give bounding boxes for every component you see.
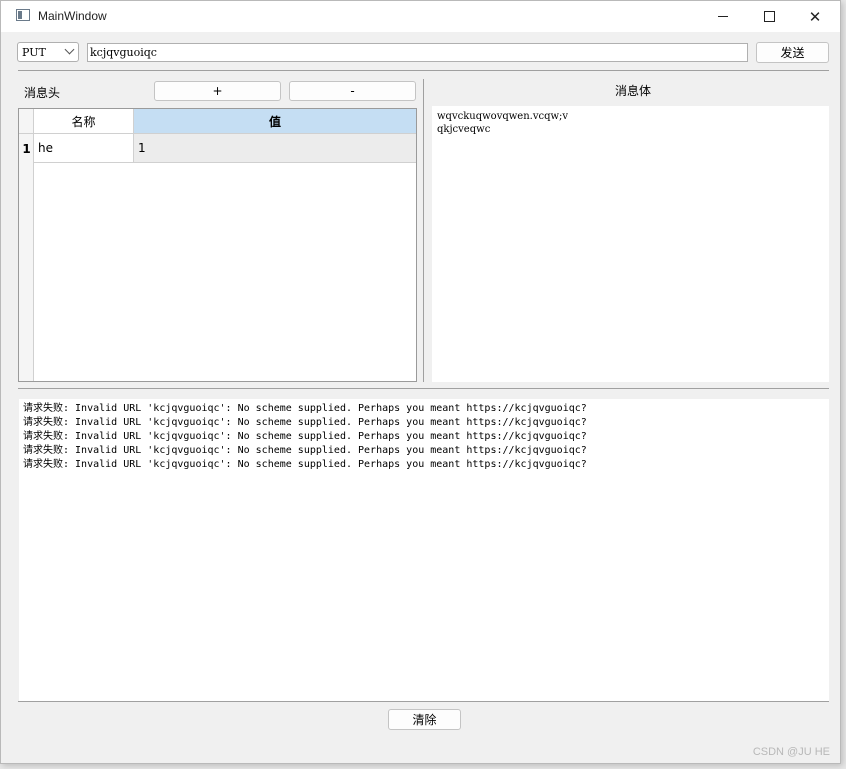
window-title: MainWindow	[38, 9, 107, 23]
divider-middle[interactable]	[18, 388, 829, 389]
method-value: PUT	[22, 46, 46, 59]
url-input[interactable]: kcjqvguoiqc	[87, 43, 748, 62]
log-line: 请求失败: Invalid URL 'kcjqvguoiqc': No sche…	[23, 445, 587, 456]
table-corner[interactable]	[19, 109, 34, 134]
app-window-icon	[16, 9, 30, 21]
panel-splitter[interactable]	[423, 79, 424, 382]
minimize-button[interactable]	[700, 1, 746, 32]
column-header-name[interactable]: 名称	[34, 109, 134, 134]
minimize-icon	[718, 16, 728, 17]
column-header-value[interactable]: 值	[134, 109, 416, 134]
log-line: 请求失败: Invalid URL 'kcjqvguoiqc': No sche…	[23, 417, 587, 428]
close-icon: ✕	[808, 7, 822, 26]
chevron-down-icon	[64, 44, 75, 55]
maximize-icon	[763, 11, 775, 22]
remove-header-button[interactable]: -	[289, 81, 416, 101]
table-empty-area	[34, 163, 416, 381]
send-button[interactable]: 发送	[756, 42, 829, 63]
log-line: 请求失败: Invalid URL 'kcjqvguoiqc': No sche…	[23, 431, 587, 442]
title-bar: MainWindow ✕	[1, 1, 840, 32]
table-cell-name[interactable]: he	[34, 134, 134, 163]
divider-bottom	[18, 701, 829, 702]
method-select[interactable]: PUT	[17, 42, 79, 62]
clear-button[interactable]: 清除	[388, 709, 461, 730]
table-cell-value[interactable]: 1	[134, 134, 416, 163]
row-header-column	[19, 134, 34, 381]
body-label: 消息体	[615, 84, 652, 98]
log-output[interactable]: 请求失败: Invalid URL 'kcjqvguoiqc': No sche…	[19, 399, 829, 701]
maximize-button[interactable]	[746, 1, 792, 32]
add-header-button[interactable]: +	[154, 81, 281, 101]
log-line: 请求失败: Invalid URL 'kcjqvguoiqc': No sche…	[23, 403, 587, 414]
divider-top	[18, 70, 829, 71]
headers-label: 消息头	[24, 86, 61, 100]
close-button[interactable]: ✕	[792, 1, 838, 32]
headers-table: 名称 值 1 he 1	[18, 108, 417, 382]
main-window: MainWindow ✕ PUT kcjqvguoiqc 发送 消息头 + - …	[0, 0, 841, 764]
log-line: 请求失败: Invalid URL 'kcjqvguoiqc': No sche…	[23, 459, 587, 470]
row-header-1[interactable]: 1	[19, 134, 34, 163]
watermark: CSDN @JU HE	[752, 746, 830, 758]
body-textarea[interactable]: wqvckuqwovqwen.vcqw;v qkjcveqwc	[432, 106, 829, 382]
